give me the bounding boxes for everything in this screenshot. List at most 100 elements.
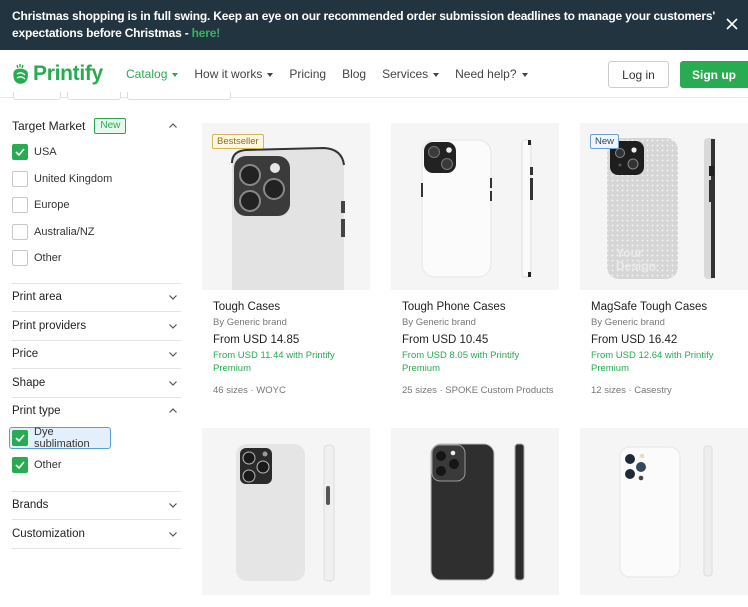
nav-need-help-label: Need help? <box>455 67 517 81</box>
product-image[interactable] <box>580 428 748 595</box>
close-icon[interactable] <box>722 14 742 34</box>
checkbox-checked[interactable] <box>12 430 28 446</box>
new-badge: New <box>94 117 127 134</box>
filter-customization[interactable]: Customization <box>12 520 181 548</box>
filter-title: Target Market <box>12 118 86 133</box>
product-image[interactable] <box>202 428 370 595</box>
nav-services[interactable]: Services <box>382 67 440 81</box>
filter-shape[interactable]: Shape <box>12 369 181 397</box>
nav-links: Catalog How it works Pricing Blog Servic… <box>126 67 544 81</box>
checkbox-other-print-type[interactable]: Other <box>12 452 181 479</box>
logo[interactable]: Printify <box>12 62 103 86</box>
nav-catalog-label: Catalog <box>126 67 168 81</box>
your-design-text: Your <box>616 246 643 260</box>
checkbox-unchecked[interactable] <box>12 170 28 187</box>
filter-price[interactable]: Price <box>12 341 181 369</box>
chevron-down-icon <box>168 500 178 510</box>
chevron-down-icon <box>168 349 178 359</box>
product-image[interactable] <box>391 428 559 595</box>
product-card[interactable] <box>391 428 559 595</box>
nav-pricing[interactable]: Pricing <box>289 67 326 81</box>
chevron-up-icon <box>168 406 178 416</box>
checkbox-unchecked[interactable] <box>12 223 28 240</box>
filter-sidebar: Target Market New USA United Kingdom Eur… <box>9 112 181 549</box>
svg-text:Design: Design <box>616 259 656 273</box>
nav-how-it-works[interactable]: How it works <box>194 67 274 81</box>
filter-target-market[interactable]: Target Market New <box>12 112 181 139</box>
product-brand: By Generic brand <box>213 317 287 328</box>
premium-price: From USD 12.64 with Printify Premium <box>591 350 714 374</box>
checkbox-unchecked[interactable] <box>12 197 28 214</box>
nav-pricing-label: Pricing <box>289 67 327 81</box>
checkbox-dye-sublimation[interactable]: Dye sublimation <box>9 426 111 450</box>
product-card[interactable]: Tough Phone Cases By Generic brand From … <box>391 123 559 396</box>
caret-down-icon <box>521 72 528 77</box>
nav-services-label: Services <box>382 67 429 81</box>
filter-brands[interactable]: Brands <box>12 492 181 520</box>
announcement-banner: Christmas shopping is in full swing. Kee… <box>0 0 748 50</box>
product-image[interactable]: Your Design New <box>580 123 748 290</box>
filter-chip[interactable] <box>67 92 121 100</box>
premium-price: From USD 11.44 with Printify Premium <box>213 350 335 374</box>
product-meta: 12 sizes · Casestry <box>591 385 672 396</box>
product-card[interactable] <box>580 428 748 595</box>
caret-down-icon <box>267 72 274 77</box>
filter-title: Print area <box>12 291 62 304</box>
product-card[interactable] <box>202 428 370 595</box>
product-meta: 46 sizes · WOYC <box>213 385 286 396</box>
nav-need-help[interactable]: Need help? <box>455 67 528 81</box>
filter-title: Customization <box>12 527 85 540</box>
checkbox-united-kingdom[interactable]: United Kingdom <box>12 166 181 193</box>
chevron-down-icon <box>168 292 178 302</box>
top-nav: Printify Catalog How it works Pricing Bl… <box>0 50 748 98</box>
filter-print-providers[interactable]: Print providers <box>12 312 181 340</box>
login-button[interactable]: Log in <box>608 61 669 88</box>
nav-blog[interactable]: Blog <box>342 67 366 81</box>
product-title[interactable]: MagSafe Tough Cases <box>591 301 748 313</box>
chevron-down-icon <box>168 378 178 388</box>
filter-print-area[interactable]: Print area <box>12 284 181 312</box>
checkbox-usa[interactable]: USA <box>12 139 181 166</box>
filter-title: Print providers <box>12 319 87 332</box>
nav-blog-label: Blog <box>342 67 367 81</box>
option-label: Other <box>34 459 62 472</box>
nav-catalog[interactable]: Catalog <box>126 67 179 81</box>
product-title[interactable]: Tough Cases <box>213 301 370 313</box>
product-meta: 25 sizes · SPOKE Custom Products <box>402 385 554 396</box>
checkbox-other-market[interactable]: Other <box>12 245 181 272</box>
product-image[interactable]: Bestseller <box>202 123 370 290</box>
product-brand: By Generic brand <box>591 317 665 328</box>
product-price: From USD 16.42 <box>591 334 678 346</box>
divider <box>12 547 181 549</box>
new-badge: New <box>590 134 620 149</box>
chevron-up-icon <box>168 121 178 131</box>
checkbox-unchecked[interactable] <box>12 250 28 267</box>
chevron-down-icon <box>168 321 178 331</box>
option-label: Australia/NZ <box>34 225 95 238</box>
filter-title: Brands <box>12 499 49 512</box>
filter-chip[interactable] <box>13 92 61 100</box>
option-label: Other <box>34 252 62 265</box>
checkbox-europe[interactable]: Europe <box>12 192 181 219</box>
logo-text: Printify <box>33 62 103 85</box>
filter-title: Print type <box>12 405 61 418</box>
bestseller-badge: Bestseller <box>212 134 264 149</box>
checkbox-checked[interactable] <box>12 457 28 474</box>
signup-button[interactable]: Sign up <box>680 61 748 88</box>
checkbox-australia-nz[interactable]: Australia/NZ <box>12 219 181 246</box>
premium-price: From USD 8.05 with Printify Premium <box>402 350 520 374</box>
product-card[interactable]: Bestseller Tough Cases By Generic brand … <box>202 123 370 396</box>
product-price: From USD 10.45 <box>402 334 489 346</box>
banner-link[interactable]: here! <box>192 26 221 40</box>
product-card[interactable]: Your Design New MagSafe Tough Cases By G… <box>580 123 748 396</box>
filter-chip[interactable] <box>127 92 231 100</box>
product-image[interactable] <box>391 123 559 290</box>
option-label: Dye sublimation <box>34 426 90 450</box>
option-label: USA <box>34 146 57 159</box>
checkbox-checked[interactable] <box>12 144 28 161</box>
product-title[interactable]: Tough Phone Cases <box>402 301 559 313</box>
filter-print-type[interactable]: Print type <box>12 398 181 426</box>
product-price: From USD 14.85 <box>213 334 300 346</box>
product-brand: By Generic brand <box>402 317 476 328</box>
chevron-down-icon <box>168 529 178 539</box>
